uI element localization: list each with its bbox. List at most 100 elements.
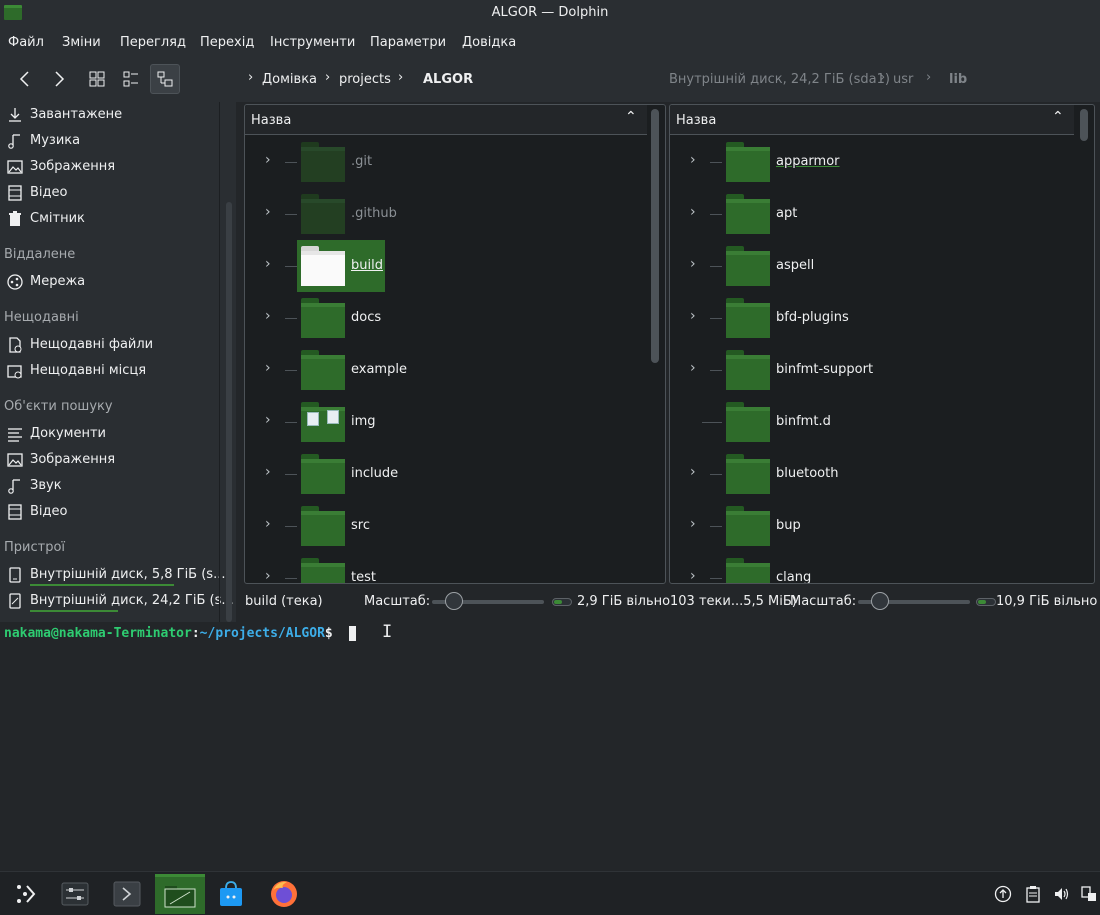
breadcrumb-right-usr[interactable]: usr (893, 72, 913, 87)
zoom-slider-handle[interactable] (871, 592, 889, 610)
details-view-button[interactable] (150, 64, 180, 94)
expand-arrow-icon[interactable]: › (265, 412, 271, 428)
left-file-view[interactable]: Назва ⌃ › .git › .github › build › docs › example… (244, 104, 666, 584)
sidebar-item-audio[interactable]: Звук (0, 474, 220, 498)
sidebar-scrollbar[interactable] (226, 202, 232, 622)
sidebar-item-drive-2[interactable]: Внутрішній диск, 24,2 ГіБ (s... (0, 589, 234, 613)
menu-file[interactable]: Файл (8, 35, 44, 50)
expand-arrow-icon[interactable]: › (265, 516, 271, 532)
free-space-bar[interactable] (552, 598, 572, 606)
expand-arrow-icon[interactable]: › (265, 256, 271, 272)
menu-go[interactable]: Перехід (200, 35, 254, 50)
forward-button[interactable] (44, 64, 74, 94)
file-row[interactable]: › clang (670, 552, 1078, 583)
file-row[interactable]: › .github (245, 188, 649, 240)
expand-arrow-icon[interactable]: › (690, 256, 696, 272)
breadcrumb-right-drive[interactable]: Внутрішній диск, 24,2 ГіБ (sda1) (669, 72, 890, 87)
updates-icon[interactable] (994, 885, 1012, 903)
taskbar-konsole[interactable] (104, 874, 150, 914)
compact-view-button[interactable] (116, 64, 146, 94)
file-row[interactable]: › include (245, 448, 649, 500)
expand-arrow-icon[interactable]: › (690, 516, 696, 532)
left-pane-scrollbar[interactable] (651, 109, 659, 363)
file-row[interactable]: › bfd-plugins (670, 292, 1078, 344)
text-cursor-icon: I (382, 622, 393, 642)
menu-tools[interactable]: Інструменти (270, 35, 355, 50)
sidebar-item-pictures[interactable]: Зображення (0, 155, 220, 179)
terminal-panel[interactable]: nakama@nakama-Terminator:~/projects/ALGO… (0, 622, 1100, 871)
expand-arrow-icon[interactable]: › (690, 308, 696, 324)
expand-arrow-icon[interactable]: › (690, 464, 696, 480)
taskbar-dolphin[interactable] (155, 874, 205, 914)
back-button[interactable] (10, 64, 40, 94)
folder-summary-status: 103 теки...5,5 МіБ) (670, 594, 797, 609)
folder-body (726, 303, 770, 338)
expand-arrow-icon[interactable]: › (690, 204, 696, 220)
speaker-icon (1055, 888, 1069, 900)
places-panel: Завантажене Музика Зображення Відео Сміт… (0, 102, 236, 622)
file-row[interactable]: › apparmor (670, 136, 1078, 188)
sidebar-item-videos[interactable]: Відео (0, 181, 220, 205)
file-row[interactable]: › apt (670, 188, 1078, 240)
sidebar-item-trash[interactable]: Смітник (0, 207, 220, 231)
taskbar-discover[interactable] (208, 874, 254, 914)
file-row[interactable]: › docs (245, 292, 649, 344)
network-tray-icon[interactable] (1080, 885, 1098, 903)
right-file-view[interactable]: Назва ⌃ › apparmor › apt › aspell › bfd-plugins… (669, 104, 1095, 584)
folder-icon (726, 142, 770, 182)
file-row[interactable]: › aspell (670, 240, 1078, 292)
taskbar-firefox[interactable] (261, 874, 307, 914)
sidebar-item-downloads[interactable]: Завантажене (0, 103, 220, 127)
sidebar-item-search-videos[interactable]: Відео (0, 500, 220, 524)
file-row[interactable]: › .git (245, 136, 649, 188)
menu-settings[interactable]: Параметри (370, 35, 446, 50)
expand-arrow-icon[interactable]: › (265, 568, 271, 583)
file-row[interactable]: › img (245, 396, 649, 448)
file-row[interactable]: › example (245, 344, 649, 396)
file-row[interactable]: › bluetooth (670, 448, 1078, 500)
sidebar-item-drive-1[interactable]: Внутрішній диск, 5,8 ГіБ (s... (0, 563, 225, 587)
volume-icon[interactable] (1053, 885, 1071, 903)
menu-help[interactable]: Довідка (462, 35, 516, 50)
file-row[interactable]: › bup (670, 500, 1078, 552)
breadcrumb-projects[interactable]: projects (339, 72, 391, 87)
app-launcher-button[interactable] (2, 874, 48, 914)
expand-arrow-icon[interactable]: › (690, 568, 696, 583)
column-header-name[interactable]: Назва ⌃ (670, 105, 1074, 135)
expand-arrow-icon[interactable]: › (265, 204, 271, 220)
right-pane-scrollbar[interactable] (1080, 109, 1088, 141)
zoom-slider-handle[interactable] (445, 592, 463, 610)
breadcrumb-current[interactable]: ALGOR (423, 72, 473, 87)
sidebar-item-recent-places[interactable]: Нещодавні місця (0, 359, 220, 383)
expand-arrow-icon[interactable]: › (265, 152, 271, 168)
sidebar-item-documents[interactable]: Документи (0, 422, 220, 446)
file-row[interactable]: › src (245, 500, 649, 552)
taskbar-system-settings[interactable] (52, 874, 98, 914)
icons-view-button[interactable] (82, 64, 112, 94)
expand-arrow-icon[interactable]: › (690, 152, 696, 168)
expand-arrow-icon[interactable]: › (690, 360, 696, 376)
folder-body (301, 511, 345, 546)
file-row[interactable]: › test (245, 552, 649, 583)
menu-edit[interactable]: Зміни (62, 35, 101, 50)
file-row[interactable]: › binfmt-support (670, 344, 1078, 396)
breadcrumb-home[interactable]: Домівка (262, 72, 317, 87)
free-space-bar[interactable] (976, 598, 996, 606)
wired-network-icon (1081, 886, 1096, 901)
sidebar-item-network[interactable]: Мережа (0, 270, 220, 294)
expand-arrow-icon[interactable]: › (265, 360, 271, 376)
column-header-name[interactable]: Назва ⌃ (245, 105, 647, 135)
sidebar-item-recent-files[interactable]: Нещодавні файли (0, 333, 220, 357)
expand-arrow-icon[interactable]: › (265, 464, 271, 480)
file-row[interactable]: binfmt.d (670, 396, 1078, 448)
tree-branch-line (285, 422, 297, 423)
file-row[interactable]: › build (245, 240, 649, 292)
expand-arrow-icon[interactable]: › (265, 308, 271, 324)
folder-body (726, 511, 770, 546)
sidebar-item-music[interactable]: Музика (0, 129, 220, 153)
clipboard-icon[interactable] (1024, 885, 1042, 903)
menu-view[interactable]: Перегляд (120, 35, 186, 50)
breadcrumb-right-current[interactable]: lib (949, 72, 967, 87)
file-name: apparmor (776, 154, 840, 169)
sidebar-item-search-images[interactable]: Зображення (0, 448, 220, 472)
